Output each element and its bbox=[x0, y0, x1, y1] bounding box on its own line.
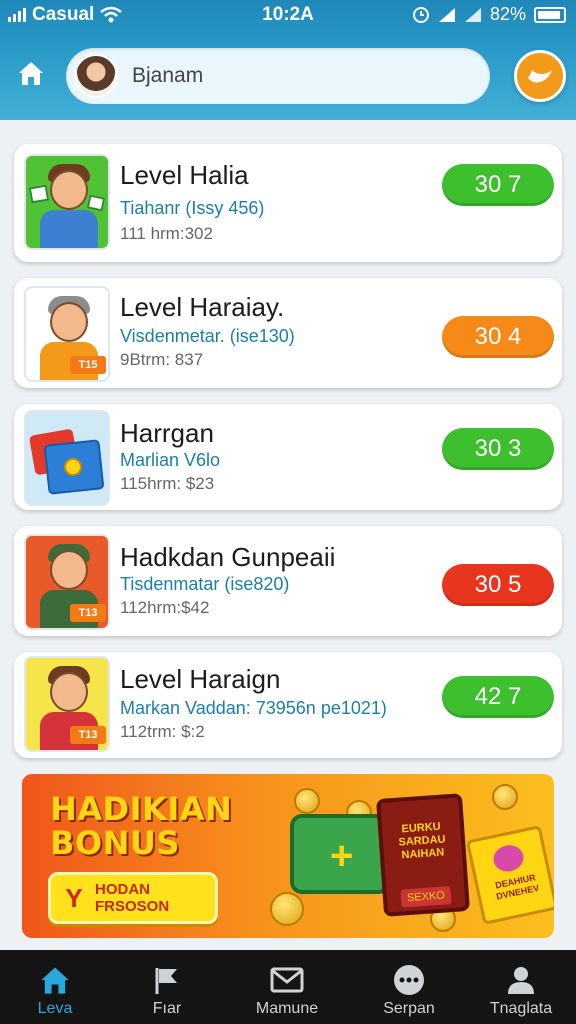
level-meta: 9Btrm: 837 bbox=[120, 350, 204, 369]
level-thumbnail: T13 bbox=[24, 534, 110, 630]
level-subtitle: Tiahanr (Issy 456) bbox=[120, 198, 265, 218]
battery-icon bbox=[534, 6, 566, 23]
mail-icon bbox=[270, 967, 304, 993]
bonus-button-icon: Y bbox=[65, 882, 83, 913]
level-thumbnail bbox=[24, 154, 110, 250]
bonus-title-line2: BONUS bbox=[50, 824, 180, 862]
bonus-claim-button[interactable]: Y HODAN FRSOSON bbox=[48, 872, 218, 924]
level-title: Harrgan bbox=[120, 418, 214, 448]
bonus-title-line1: HADIKIAN bbox=[50, 790, 233, 828]
level-badge: T15 bbox=[70, 356, 106, 374]
search-bar[interactable]: Bjanam bbox=[66, 48, 490, 104]
bonus-card-icon: DEAHIUR DVNEHEV bbox=[465, 825, 554, 925]
bottom-nav: Leva Fıar Mamune Serpan Tnaglata bbox=[0, 950, 576, 1024]
bonus-banner[interactable]: HADIKIAN BONUS Y HODAN FRSOSON + EURKU S… bbox=[22, 774, 554, 938]
level-title: Level Halia bbox=[120, 160, 249, 190]
bonus-button-label: HODAN FRSOSON bbox=[95, 881, 170, 915]
level-card[interactable]: Level Halia Tiahanr (Issy 456) 111 hrm:3… bbox=[14, 144, 562, 262]
flag-icon bbox=[155, 968, 177, 994]
coin-icon bbox=[270, 892, 304, 926]
level-subtitle: Visdenmetar. (ise130) bbox=[120, 326, 295, 346]
level-meta: 111 hrm:302 bbox=[120, 224, 213, 243]
app-header: Casual 10:2A 82% Bjanam bbox=[0, 0, 576, 120]
score-button[interactable]: 30 5 bbox=[442, 564, 554, 606]
search-text: Bjanam bbox=[132, 64, 204, 87]
nav-item-mamune[interactable]: Mamune bbox=[232, 962, 342, 1018]
spellbook-icon: EURKU SARDAU NAIHAN SEXKO bbox=[375, 793, 471, 917]
nav-label: Leva bbox=[37, 1000, 73, 1017]
score-button[interactable]: 30 3 bbox=[442, 428, 554, 470]
home-button[interactable] bbox=[14, 56, 48, 90]
coin-icon bbox=[294, 788, 320, 814]
level-meta: 112hrm:$42 bbox=[120, 598, 210, 617]
data-signal-icon bbox=[464, 7, 481, 22]
more-icon bbox=[394, 965, 424, 995]
alarm-icon bbox=[412, 6, 429, 23]
level-subtitle: Tisdenmatar (ise820) bbox=[120, 574, 290, 594]
nav-item-flag[interactable]: Fıar bbox=[112, 962, 222, 1018]
level-title: Level Haraiay. bbox=[120, 292, 285, 322]
avatar[interactable] bbox=[74, 54, 118, 98]
nav-label: Serpan bbox=[383, 1000, 435, 1017]
level-meta: 112trm: $:2 bbox=[120, 722, 205, 741]
level-thumbnail: T15 bbox=[24, 286, 110, 382]
level-subtitle: Markan Vaddan: 73956n pe1021) bbox=[120, 698, 387, 718]
level-card[interactable]: Harrgan Marlian V6lo 115hrm: $23 30 3 bbox=[14, 404, 562, 510]
status-right: 82% bbox=[412, 4, 566, 25]
status-bar: Casual 10:2A 82% bbox=[0, 0, 576, 30]
nav-label: Mamune bbox=[255, 1000, 319, 1017]
score-button[interactable]: 30 4 bbox=[442, 316, 554, 358]
profile-icon bbox=[508, 967, 534, 994]
level-card[interactable]: T13 Hadkdan Gunpeaii Tisdenmatar (ise820… bbox=[14, 526, 562, 636]
nav-label: Fıar bbox=[152, 1000, 182, 1017]
home-icon bbox=[41, 967, 69, 994]
nav-label: Tnaglata bbox=[489, 1000, 553, 1017]
level-thumbnail: T13 bbox=[24, 656, 110, 752]
nav-item-profile[interactable]: Tnaglata bbox=[466, 962, 576, 1018]
level-thumbnail bbox=[24, 410, 110, 506]
level-badge: T13 bbox=[70, 604, 106, 622]
bonus-title: HADIKIAN BONUS bbox=[50, 792, 232, 860]
cell-signal-icon bbox=[438, 7, 455, 22]
home-icon bbox=[19, 62, 43, 85]
treasure-chest-icon: + bbox=[290, 814, 390, 894]
level-meta: 115hrm: $23 bbox=[120, 474, 215, 493]
level-subtitle: Marlian V6lo bbox=[120, 450, 221, 470]
level-badge: T13 bbox=[70, 726, 106, 744]
bird-icon bbox=[528, 70, 552, 83]
level-title: Hadkdan Gunpeaii bbox=[120, 542, 336, 572]
reaction-button[interactable] bbox=[514, 50, 566, 102]
score-button[interactable]: 30 7 bbox=[442, 164, 554, 206]
nav-item-serpan[interactable]: Serpan bbox=[354, 962, 464, 1018]
battery-percent: 82% bbox=[489, 4, 526, 24]
score-button[interactable]: 42 7 bbox=[442, 676, 554, 718]
nav-item-leva[interactable]: Leva bbox=[0, 962, 110, 1018]
level-card[interactable]: T13 Level Haraign Markan Vaddan: 73956n … bbox=[14, 652, 562, 758]
level-title: Level Haraign bbox=[120, 664, 281, 694]
coin-icon bbox=[492, 784, 518, 810]
level-card[interactable]: T15 Level Haraiay. Visdenmetar. (ise130)… bbox=[14, 278, 562, 388]
